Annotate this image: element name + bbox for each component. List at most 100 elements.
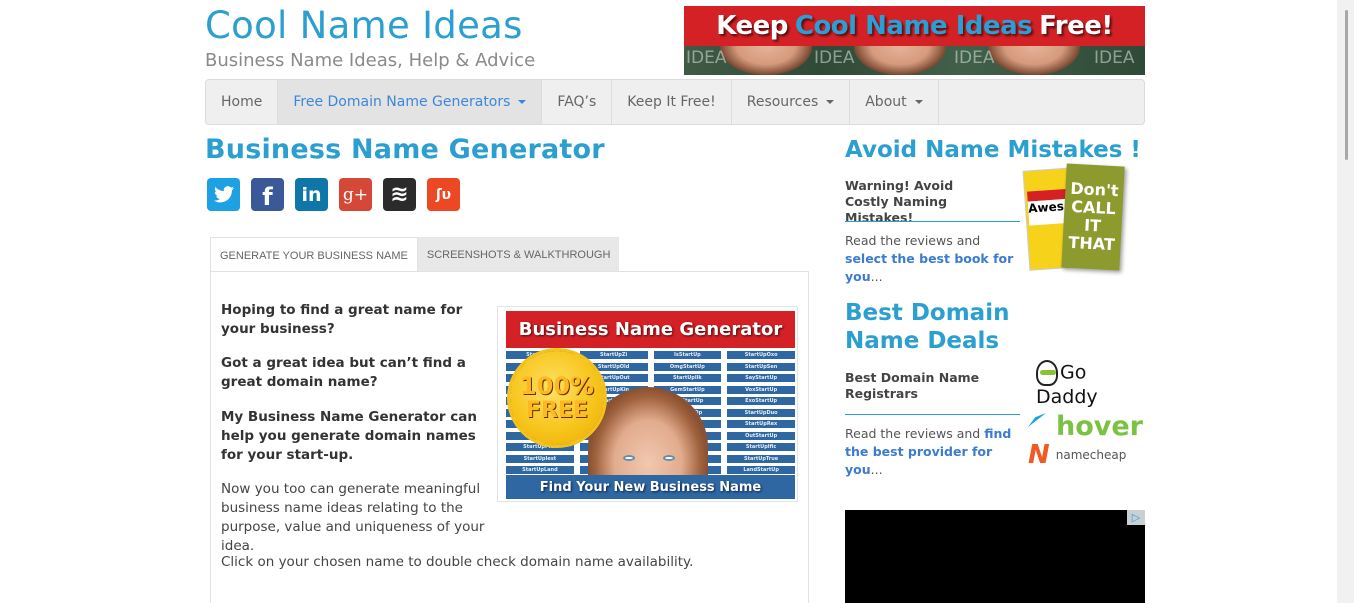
free-badge: 100% FREE	[510, 351, 604, 445]
books-image[interactable]: Awes Don't CALL IT THAT	[1022, 163, 1144, 275]
tab-label: SCREENSHOTS & WALKTHROUGH	[426, 248, 611, 261]
promo-name-cell: StartUpZi	[579, 351, 648, 359]
tab-screenshots-walkthrough[interactable]: SCREENSHOTS & WALKTHROUGH	[417, 237, 620, 272]
nav-label: Keep It Free!	[627, 94, 716, 110]
nav-keep-it-free[interactable]: Keep It Free!	[612, 80, 732, 124]
promo-name-cell: StartUpIest	[506, 454, 574, 463]
nav-free-domain-name-generators[interactable]: Free Domain Name Generators	[278, 80, 543, 124]
facebook-icon[interactable]: f	[251, 178, 284, 211]
banner-highlight: Cool Name Ideas	[794, 11, 1033, 41]
sidebar-text-domains: Read the reviews and find the best provi…	[845, 425, 1015, 479]
banner-prefix: Keep	[716, 11, 788, 41]
promo-title: Business Name Generator	[506, 311, 795, 348]
chalk-word: IDEA	[686, 48, 727, 68]
chalk-word: IDEA	[1094, 48, 1135, 68]
site-tagline: Business Name Ideas, Help & Advice	[205, 50, 536, 71]
hover-bird-icon	[1028, 413, 1046, 427]
promo-name-cell: StartUpSen	[727, 362, 795, 371]
tab-label: GENERATE YOUR BUSINESS NAME	[220, 249, 408, 262]
page-title: Business Name Generator	[205, 134, 605, 165]
woman-eyes	[623, 455, 675, 461]
lead-paragraph: Hoping to find a great name for your bus…	[221, 302, 463, 337]
promo-name-cell: StartUpDuo	[727, 408, 795, 417]
sidebar-text-suffix: ...	[870, 462, 883, 477]
content-tabs: GENERATE YOUR BUSINESS NAME SCREENSHOTS …	[210, 237, 620, 273]
google-plus-icon[interactable]: g+	[339, 178, 372, 211]
registrar-logos[interactable]: Go Daddy hover Nnamecheap	[1028, 355, 1146, 470]
keep-free-banner[interactable]: Keep Cool Name Ideas Free! IDEA IDEA IDE…	[684, 6, 1145, 75]
body-paragraph: Now you too can generate meaningful busi…	[221, 480, 521, 556]
chalk-word: IDEA	[814, 48, 855, 68]
sidebar-text-prefix: Read the reviews and	[845, 233, 981, 248]
book2-title: Don't CALL IT THAT	[1067, 178, 1120, 255]
promo-name-cell: OmgStartUp	[653, 362, 722, 371]
nav-faqs[interactable]: FAQ’s	[542, 80, 613, 124]
caret-down-icon	[518, 100, 527, 104]
sidebar-subheading-books: Warning! Avoid Costly Naming Mistakes!	[845, 178, 954, 225]
promo-name-cell: StartUpIlk	[653, 374, 722, 383]
promo-name-cell: StartUpOxo	[727, 351, 795, 359]
video-ad[interactable]: ▷	[845, 510, 1145, 603]
nav-resources[interactable]: Resources	[732, 80, 851, 124]
sidebar-text-prefix: Read the reviews and	[845, 426, 985, 441]
nav-label: About	[865, 94, 907, 110]
godaddy-mascot-icon	[1036, 360, 1058, 386]
lead-paragraph: My Business Name Generator can help you …	[221, 409, 477, 463]
nav-home[interactable]: Home	[206, 80, 279, 124]
sidebar-divider	[845, 221, 1020, 222]
promo-name-cell: StartUpTrue	[727, 454, 795, 463]
banner-face	[720, 46, 812, 75]
nav-about[interactable]: About	[850, 80, 939, 124]
badge-word: FREE	[525, 398, 589, 423]
banner-suffix: Free!	[1039, 11, 1113, 41]
caret-down-icon	[826, 100, 835, 104]
banner-photo-strip: IDEA IDEA IDEA IDEA	[684, 46, 1145, 75]
business-name-generator-banner[interactable]: Business Name Generator StartUpXiStartUp…	[497, 306, 798, 502]
banner-face	[988, 46, 1080, 75]
caret-down-icon	[914, 100, 923, 104]
buffer-icon[interactable]: ≋	[383, 178, 416, 211]
sidebar-heading-domains: Best Domain Name Deals	[845, 300, 1010, 354]
namecheap-logo: Nnamecheap	[1028, 440, 1127, 470]
linkedin-icon[interactable]: in	[295, 178, 328, 211]
adchoices-icon[interactable]: ▷	[1127, 510, 1145, 525]
promo-name-cell: StartUpIfic	[727, 443, 795, 452]
promo-name-cell: SayStartUp	[727, 374, 795, 383]
site-title[interactable]: Cool Name Ideas	[205, 4, 523, 47]
tab-generate-your-business-name[interactable]: GENERATE YOUR BUSINESS NAME	[210, 237, 418, 273]
namecheap-label: namecheap	[1055, 448, 1127, 462]
promo-name-cell: StartUpRex	[727, 420, 795, 429]
nav-label: Free Domain Name Generators	[293, 94, 511, 110]
book-dont-call-it-that: Don't CALL IT THAT	[1061, 163, 1125, 271]
chalk-word: IDEA	[954, 48, 995, 68]
godaddy-logo: Go Daddy	[1036, 360, 1146, 408]
sidebar-heading-books: Avoid Name Mistakes !	[845, 137, 1141, 163]
promo-name-cell: StartUpPick	[506, 443, 574, 452]
nav-label: FAQ’s	[557, 94, 597, 110]
promo-name-cell: OutStartUp	[727, 431, 795, 440]
promo-name-cell: IsStartUp	[653, 351, 722, 359]
promo-name-cell: VoxStartUp	[727, 385, 795, 394]
hover-logo: hover	[1056, 411, 1143, 442]
sidebar-subheading-domains: Best Domain Name Registrars	[845, 370, 980, 401]
lead-paragraph: Got a great idea but can’t find a great …	[221, 355, 466, 390]
page-scrollbar[interactable]	[1337, 0, 1354, 603]
scrollbar-thumb[interactable]	[1345, 10, 1348, 160]
promo-name-cell: StartUpLand	[506, 466, 574, 475]
namecheap-n-icon: N	[1028, 440, 1050, 470]
stumbleupon-icon[interactable]: ʃυ	[427, 178, 460, 211]
promo-name-cell: ExoStartUp	[727, 397, 795, 406]
sidebar-text-suffix: ...	[870, 269, 883, 284]
sidebar-text-books: Read the reviews and select the best boo…	[845, 232, 1025, 286]
sidebar-divider	[845, 414, 1020, 415]
social-share-bar: f in g+ ≋ ʃυ	[207, 178, 460, 211]
body-paragraph: Click on your chosen name to double chec…	[221, 554, 694, 570]
promo-footer: Find Your New Business Name	[506, 475, 795, 499]
main-navbar: Home Free Domain Name Generators FAQ’s K…	[205, 79, 1145, 125]
banner-face	[854, 46, 946, 75]
twitter-icon[interactable]	[207, 178, 240, 211]
nav-label: Resources	[746, 94, 819, 110]
nav-label: Home	[221, 94, 263, 110]
body-paragraph-text: Now you too can generate meaningful busi…	[221, 481, 485, 554]
badge-percent: 100%	[519, 372, 595, 400]
